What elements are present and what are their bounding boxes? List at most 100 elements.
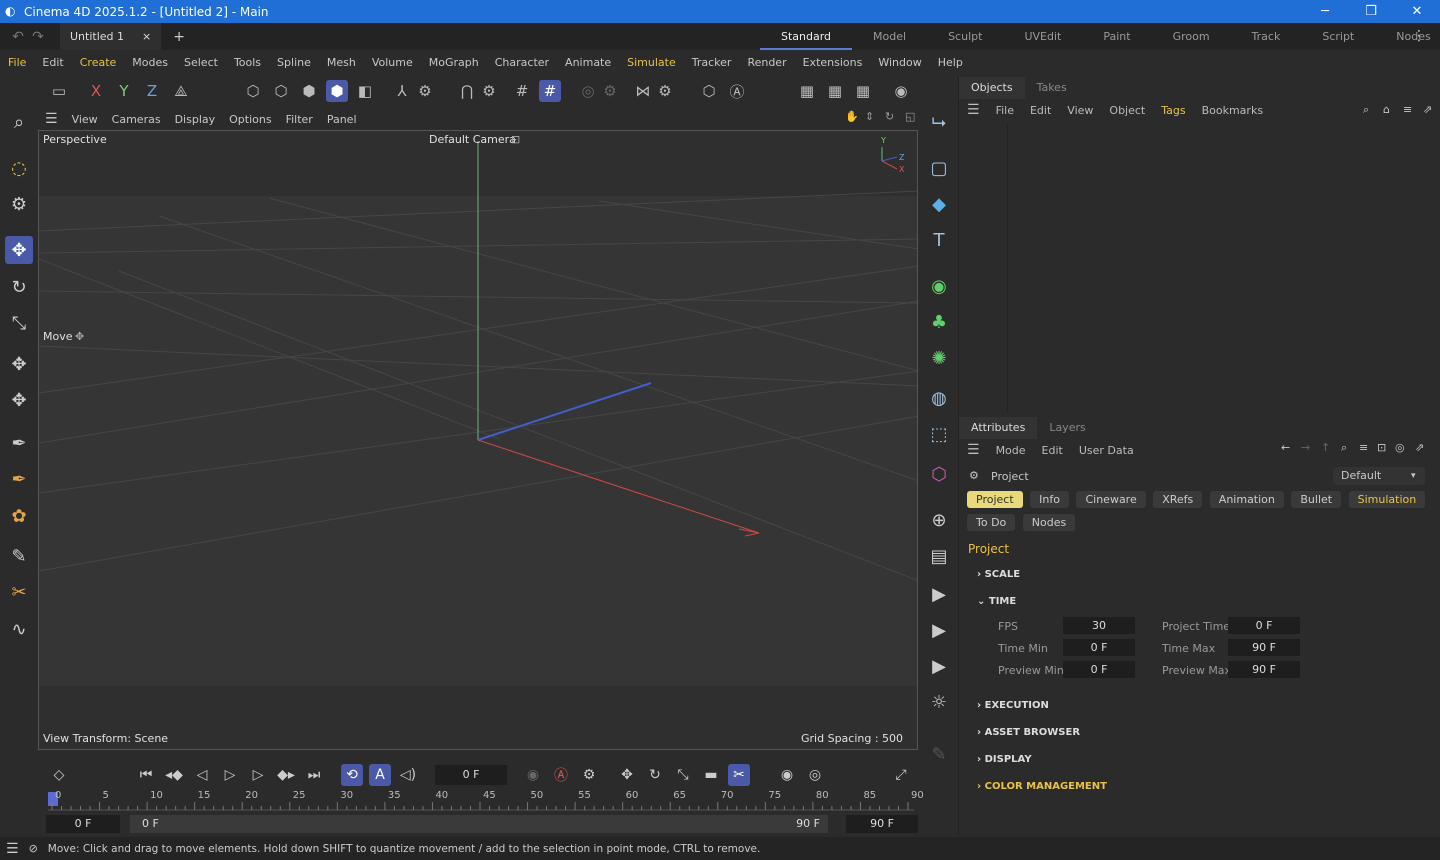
- attributes-menu-user-data[interactable]: User Data: [1071, 444, 1142, 457]
- scene-motion-icon[interactable]: ◎: [804, 764, 826, 786]
- layout-tab-track[interactable]: Track: [1231, 23, 1302, 50]
- record-icon[interactable]: ◉: [522, 764, 544, 786]
- layout-tab-script[interactable]: Script: [1301, 23, 1375, 50]
- symmetry-gear-icon[interactable]: ⚙: [654, 80, 676, 102]
- attributes-menu-edit[interactable]: Edit: [1034, 444, 1071, 457]
- more-options-icon[interactable]: ⋮: [1412, 28, 1426, 44]
- attributes-search-icon[interactable]: ⌕: [1341, 441, 1347, 455]
- tab-layers[interactable]: Layers: [1037, 417, 1097, 439]
- attributes-new-window-icon[interactable]: ⇗: [1415, 441, 1424, 454]
- menu-modes[interactable]: Modes: [124, 56, 176, 69]
- preset-dropdown[interactable]: Default ▾: [1333, 467, 1425, 485]
- menu-extensions[interactable]: Extensions: [795, 56, 871, 69]
- spline-smooth-icon[interactable]: ∿: [5, 615, 33, 643]
- attr-button-cineware[interactable]: Cineware: [1076, 491, 1146, 508]
- timeline-ruler[interactable]: 0 5 10 15 20 25 30 35 40 45 50 55 60 65 70 75 80 85 90: [48, 790, 924, 812]
- lock-z-axis-button[interactable]: Z: [141, 80, 163, 102]
- minimize-button[interactable]: ─: [1302, 0, 1348, 23]
- selection-tools-icon[interactable]: ⚙: [5, 190, 33, 218]
- key-position-icon[interactable]: ✥: [616, 764, 638, 786]
- sound-icon[interactable]: ◁): [397, 764, 419, 786]
- timeline-expand-icon[interactable]: ⤢: [890, 764, 912, 786]
- status-menu-icon[interactable]: ☰: [6, 841, 19, 857]
- keyframe-icon[interactable]: ◇: [48, 764, 70, 786]
- live-selection-icon[interactable]: ◌: [5, 154, 33, 182]
- menu-mograph[interactable]: MoGraph: [421, 56, 487, 69]
- effector-icon[interactable]: ✺: [925, 344, 953, 372]
- next-frame-icon[interactable]: ▷: [247, 764, 269, 786]
- subdivision-surface-icon[interactable]: ◉: [925, 272, 953, 300]
- field-icon[interactable]: ⬚: [925, 420, 953, 448]
- objects-search-icon[interactable]: ⌕: [1363, 103, 1369, 117]
- stage-camera-icon[interactable]: ▶: [925, 616, 953, 644]
- attr-button-simulation[interactable]: Simulation: [1348, 491, 1426, 508]
- lock-y-axis-button[interactable]: Y: [113, 80, 135, 102]
- layout-tab-sculpt[interactable]: Sculpt: [927, 23, 1003, 50]
- attr-button-animation[interactable]: Animation: [1209, 491, 1284, 508]
- time-min-field[interactable]: 0 F: [1063, 639, 1135, 656]
- section-scale[interactable]: › SCALE: [977, 569, 1020, 580]
- grid-snap-icon[interactable]: #: [539, 80, 561, 102]
- viewport-menu-filter[interactable]: Filter: [279, 113, 320, 126]
- maximize-button[interactable]: ❐: [1348, 0, 1394, 23]
- menu-edit[interactable]: Edit: [34, 56, 71, 69]
- coordinate-system-icon[interactable]: ⟁: [170, 80, 192, 102]
- menu-select[interactable]: Select: [176, 56, 226, 69]
- primitives-icon[interactable]: ✿: [5, 502, 33, 530]
- viewport-toggle-layout-icon[interactable]: ◱: [898, 110, 922, 123]
- menu-character[interactable]: Character: [487, 56, 557, 69]
- viewport-menu-panel[interactable]: Panel: [320, 113, 364, 126]
- menu-tools[interactable]: Tools: [226, 56, 269, 69]
- objects-menu-tags[interactable]: Tags: [1153, 104, 1193, 117]
- attributes-menu-mode[interactable]: Mode: [988, 444, 1034, 457]
- key-rotation-icon[interactable]: ↻: [644, 764, 666, 786]
- menu-spline[interactable]: Spline: [269, 56, 319, 69]
- model-mode-icon[interactable]: ⬢: [326, 80, 348, 102]
- brush-tool-icon[interactable]: ✎: [5, 542, 33, 570]
- forward-arrow-icon[interactable]: →: [1301, 441, 1310, 454]
- attributes-hamburger-icon[interactable]: ☰: [959, 442, 988, 458]
- fps-field[interactable]: 30: [1063, 617, 1135, 634]
- previous-frame-icon[interactable]: ◁: [191, 764, 213, 786]
- attr-button-xrefs[interactable]: XRefs: [1153, 491, 1203, 508]
- playback-rate-icon[interactable]: A: [369, 764, 391, 786]
- time-max-field[interactable]: 90 F: [1228, 639, 1300, 656]
- objects-filter-icon[interactable]: ≡: [1403, 103, 1412, 116]
- lock-x-axis-button[interactable]: X: [85, 80, 107, 102]
- up-arrow-icon[interactable]: ↑: [1321, 441, 1330, 454]
- viewport-menu-view[interactable]: View: [65, 113, 105, 126]
- attr-button-info[interactable]: Info: [1030, 491, 1069, 508]
- timeline-end-field[interactable]: 90 F: [846, 815, 918, 833]
- menu-mesh[interactable]: Mesh: [319, 56, 364, 69]
- camera-object-icon[interactable]: ▶: [925, 580, 953, 608]
- objects-hamburger-icon[interactable]: ☰: [959, 102, 988, 118]
- render-to-picture-viewer-icon[interactable]: ▦: [824, 80, 846, 102]
- objects-menu-edit[interactable]: Edit: [1022, 104, 1059, 117]
- menu-window[interactable]: Window: [870, 56, 929, 69]
- menu-help[interactable]: Help: [930, 56, 971, 69]
- attr-button-nodes[interactable]: Nodes: [1022, 514, 1076, 531]
- key-scale-icon[interactable]: ⤡: [672, 764, 694, 786]
- motion-system-icon[interactable]: ◉: [776, 764, 798, 786]
- placement-tool-icon[interactable]: ✥: [5, 386, 33, 414]
- perspective-viewport[interactable]: Perspective Default Camera ⊡ Y Z X Move …: [38, 130, 918, 750]
- preview-max-field[interactable]: 90 F: [1228, 661, 1300, 678]
- objects-menu-bookmarks[interactable]: Bookmarks: [1194, 104, 1271, 117]
- null-object-icon[interactable]: ⮡: [925, 108, 953, 136]
- dynamic-placement-icon[interactable]: Ⓐ: [726, 80, 748, 102]
- snap-magnet-icon[interactable]: ⋂: [456, 80, 478, 102]
- add-tab-button[interactable]: +: [173, 29, 185, 45]
- viewport-camera-label[interactable]: Default Camera: [429, 133, 516, 146]
- menu-animate[interactable]: Animate: [557, 56, 619, 69]
- snap-settings-gear-icon[interactable]: ⚙: [478, 80, 500, 102]
- attr-button-bullet[interactable]: Bullet: [1291, 491, 1342, 508]
- spline-tools-icon[interactable]: ✒: [5, 465, 33, 493]
- section-asset-browser[interactable]: › ASSET BROWSER: [977, 727, 1080, 738]
- section-color-management[interactable]: › COLOR MANAGEMENT: [977, 781, 1107, 792]
- render-settings-icon[interactable]: ▦: [852, 80, 874, 102]
- redshift-icon[interactable]: ◉: [890, 80, 912, 102]
- uv-mode-icon[interactable]: ◧: [354, 80, 376, 102]
- key-parameter-icon[interactable]: ▬: [700, 764, 722, 786]
- back-arrow-icon[interactable]: ←: [1281, 441, 1290, 454]
- menu-render[interactable]: Render: [739, 56, 794, 69]
